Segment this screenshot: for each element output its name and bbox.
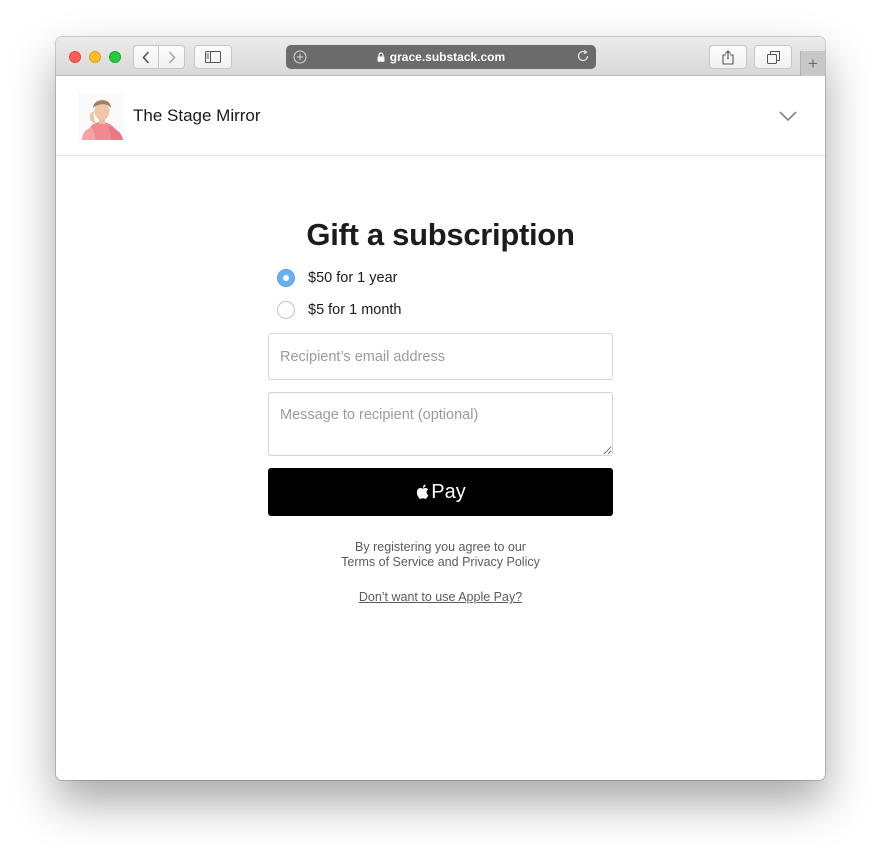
recipient-email-input[interactable] — [268, 333, 613, 380]
avatar-image — [78, 93, 124, 140]
terms-of-service-link[interactable]: Terms of Service — [341, 555, 434, 569]
share-button[interactable] — [709, 45, 747, 69]
sidebar-toggle-button[interactable] — [194, 45, 232, 69]
chevron-right-icon — [168, 50, 176, 64]
tab-overview-button[interactable] — [754, 45, 792, 69]
legal-line: By registering you agree to our — [355, 540, 526, 554]
sidebar-icon — [205, 51, 221, 63]
privacy-policy-link[interactable]: Privacy Policy — [462, 555, 540, 569]
url-text: grace.substack.com — [389, 50, 506, 64]
add-page-icon[interactable] — [293, 50, 307, 64]
recipient-message-input[interactable] — [268, 392, 613, 456]
back-button[interactable] — [133, 45, 159, 69]
apple-pay-button[interactable]: Pay — [268, 468, 613, 516]
apple-pay-label: Pay — [431, 480, 466, 503]
chevron-down-icon[interactable] — [778, 110, 798, 122]
alternative-payment-link[interactable]: Don’t want to use Apple Pay? — [56, 590, 825, 604]
legal-links-line: Terms of Service and Privacy Policy — [56, 555, 825, 570]
forward-button[interactable] — [159, 45, 185, 69]
page-title: Gift a subscription — [306, 217, 575, 252]
zoom-window-button[interactable] — [109, 51, 121, 63]
chevron-left-icon — [142, 50, 150, 64]
legal-notice: By registering you agree to our Terms of… — [56, 540, 825, 570]
radio-monthly[interactable] — [277, 301, 295, 319]
option-yearly-label[interactable]: $50 for 1 year — [308, 270, 397, 286]
option-monthly-label[interactable]: $5 for 1 month — [308, 302, 402, 318]
tabs-icon — [766, 50, 780, 64]
publication-avatar[interactable] — [78, 93, 124, 140]
legal-and: and — [437, 555, 459, 569]
option-monthly[interactable]: $5 for 1 month — [277, 301, 402, 319]
share-icon — [722, 49, 734, 65]
option-yearly[interactable]: $50 for 1 year — [277, 269, 397, 287]
minimize-window-button[interactable] — [89, 51, 101, 63]
browser-window: grace.substack.com + The Stage Mirror Gi… — [56, 37, 825, 780]
new-tab-button[interactable]: + — [800, 51, 825, 76]
reload-icon[interactable] — [576, 49, 590, 63]
close-window-button[interactable] — [69, 51, 81, 63]
lock-icon — [377, 52, 385, 62]
publication-name[interactable]: The Stage Mirror — [133, 106, 261, 126]
apple-logo-icon — [417, 484, 429, 499]
address-bar[interactable]: grace.substack.com — [286, 45, 596, 69]
radio-yearly[interactable] — [277, 269, 295, 287]
navigation-buttons — [133, 45, 185, 69]
publication-header: The Stage Mirror — [56, 76, 825, 156]
browser-toolbar: grace.substack.com + — [56, 37, 825, 76]
